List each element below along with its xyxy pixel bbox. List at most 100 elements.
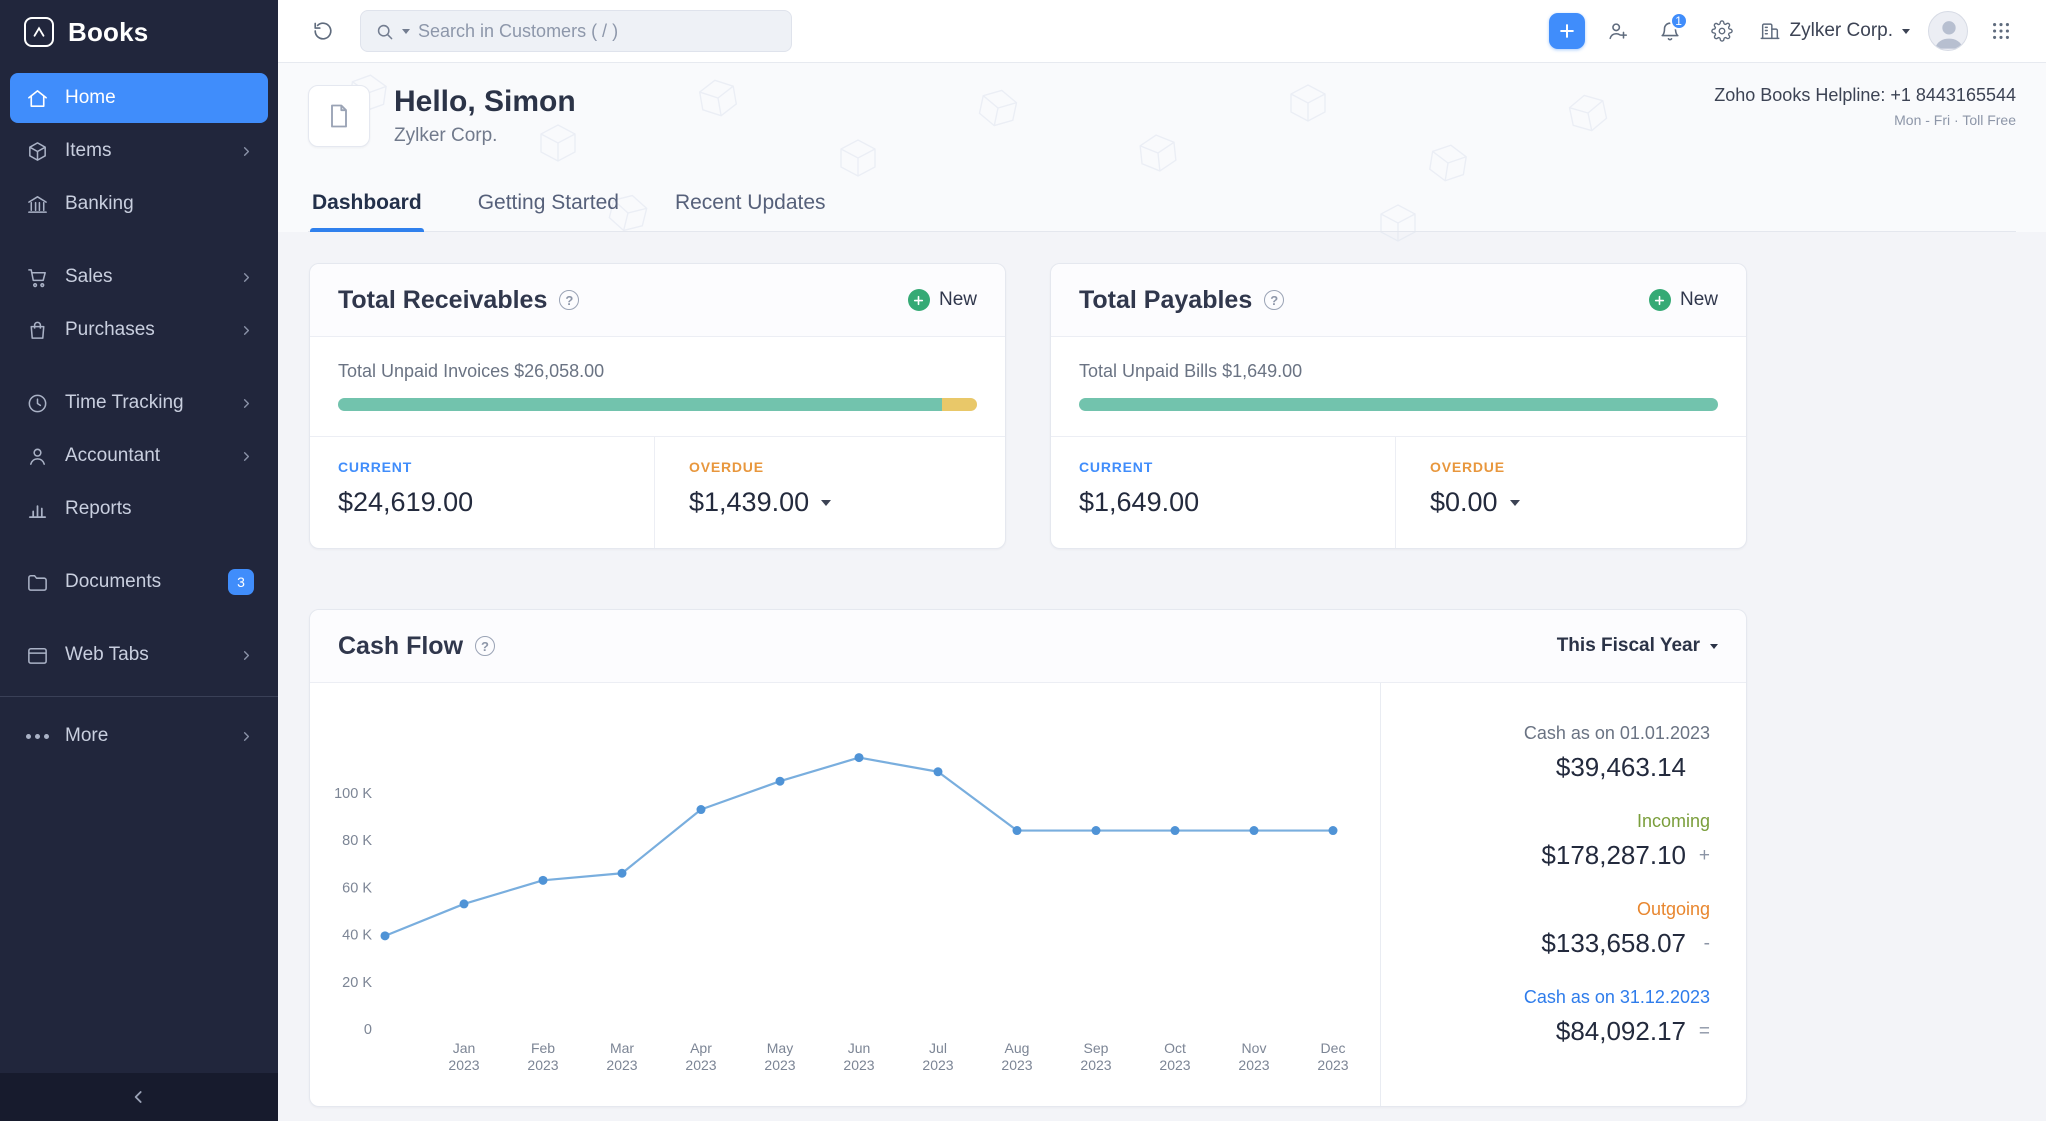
svg-text:Apr: Apr (690, 1040, 712, 1056)
receivables-card-body: Total Unpaid Invoices $26,058.00 (310, 337, 1005, 431)
help-icon[interactable] (475, 636, 496, 656)
sidebar-item-banking[interactable]: Banking (10, 179, 268, 229)
equals-operator-glyph: = (1698, 1020, 1710, 1042)
sidebar-item-label: Documents (65, 571, 162, 592)
apps-launcher-button[interactable] (1982, 12, 2020, 50)
sidebar-item-label: Sales (65, 266, 113, 287)
sidebar-item-label: Purchases (65, 319, 155, 340)
receivables-overdue: OVERDUE $1,439.00 (654, 437, 1005, 548)
payables-kpis: CURRENT $1,649.00 OVERDUE $0.00 (1051, 436, 1746, 548)
tab-recent-updates[interactable]: Recent Updates (673, 181, 828, 231)
svg-text:2023: 2023 (1159, 1057, 1190, 1073)
outgoing-value: $133,658.07 (1541, 928, 1686, 958)
svg-text:60 K: 60 K (342, 880, 372, 896)
svg-text:Jul: Jul (929, 1040, 947, 1056)
opening-cash-label: Cash as on 01.01.2023 (1523, 723, 1710, 743)
svg-text:Jan: Jan (453, 1040, 476, 1056)
tab-getting-started[interactable]: Getting Started (476, 181, 621, 231)
sidebar-item-purchases[interactable]: Purchases (10, 305, 268, 355)
org-switcher[interactable]: Zylker Corp. (1755, 20, 1914, 42)
quick-create-button[interactable] (1548, 13, 1585, 49)
payables-current: CURRENT $1,649.00 (1051, 437, 1395, 548)
chevron-right-icon (243, 398, 250, 408)
sidebar-item-documents[interactable]: Documents 3 (10, 557, 268, 607)
sidebar-collapse-button[interactable] (0, 1073, 278, 1121)
total-payables-card: Total Payables New Total Unpaid Bills $1… (1050, 263, 1747, 549)
svg-text:0: 0 (364, 1022, 372, 1038)
cashflow-title: Cash Flow (338, 631, 464, 660)
payables-progress-bar (1079, 398, 1718, 411)
svg-text:2023: 2023 (922, 1057, 953, 1073)
receivables-overdue-dropdown[interactable]: $1,439.00 (689, 487, 1005, 518)
bar-chart-icon (28, 504, 47, 518)
plus-icon (1559, 24, 1574, 38)
search-scope-caret-icon[interactable] (402, 28, 410, 34)
svg-text:80 K: 80 K (342, 833, 372, 849)
closing-cash-value: $84,092.17 (1555, 1016, 1686, 1046)
sidebar-item-web-tabs[interactable]: Web Tabs (10, 630, 268, 680)
payables-overdue-value: $0.00 (1430, 487, 1498, 517)
page-greeting: Hello, Simon (394, 85, 576, 118)
org-name: Zylker Corp. (1789, 20, 1893, 41)
search-input[interactable] (418, 20, 777, 42)
helpline-number: Zoho Books Helpline: +1 8443165544 (1714, 85, 2016, 105)
chevron-right-icon (243, 650, 250, 660)
svg-text:2023: 2023 (1238, 1057, 1269, 1073)
chevron-right-icon (243, 451, 250, 461)
fiscal-year-selector[interactable]: This Fiscal Year (1557, 635, 1718, 657)
minus-operator-glyph: - (1703, 932, 1710, 954)
svg-text:2023: 2023 (1001, 1057, 1032, 1073)
cashflow-stats: Cash as on 01.01.2023 $39,463.14 Incomin… (1381, 683, 1746, 1106)
new-receivable-button[interactable]: New (907, 289, 977, 311)
payables-title: Total Payables (1079, 285, 1253, 314)
home-icon (28, 89, 47, 107)
app-root: Books Home Items Banking Sales Purchases… (0, 0, 2046, 1121)
sidebar-item-items[interactable]: Items (10, 126, 268, 176)
payables-card-header: Total Payables New (1051, 264, 1746, 337)
invite-users-button[interactable] (1599, 12, 1637, 50)
svg-text:20 K: 20 K (342, 975, 372, 991)
document-icon (331, 104, 347, 128)
plus-circle-icon (907, 289, 930, 311)
main-area: 1 Zylker Corp. (278, 0, 2046, 1121)
sidebar-item-more[interactable]: More (10, 711, 268, 761)
svg-text:100 K: 100 K (334, 786, 372, 802)
sidebar-item-label: Banking (65, 193, 134, 214)
svg-text:Dec: Dec (1321, 1040, 1346, 1056)
sidebar-item-accountant[interactable]: Accountant (10, 431, 268, 481)
chevron-right-icon (243, 146, 250, 156)
payables-overdue-dropdown[interactable]: $0.00 (1430, 487, 1746, 518)
notifications-button[interactable]: 1 (1651, 12, 1689, 50)
receivables-current-value: $24,619.00 (338, 487, 474, 517)
closing-cash-link[interactable]: Cash as on 31.12.2023 (1381, 987, 1710, 1008)
global-search[interactable] (360, 10, 792, 52)
help-icon[interactable] (559, 290, 580, 310)
recent-history-button[interactable] (304, 12, 342, 50)
tab-dashboard[interactable]: Dashboard (310, 181, 424, 232)
settings-button[interactable] (1703, 12, 1741, 50)
organization-icon (1760, 23, 1779, 40)
cash-flow-card: Cash Flow This Fiscal Year 0 20 K 40 K 60 K… (309, 609, 1747, 1107)
receivables-overdue-value: $1,439.00 (689, 487, 810, 517)
sidebar-item-sales[interactable]: Sales (10, 252, 268, 302)
cashflow-chart-area: 0 20 K 40 K 60 K 80 K 100 K Jan 2023 Feb 2023 Mar 2… (310, 683, 1381, 1106)
dashboard-tabs: Dashboard Getting Started Recent Updates (308, 181, 2016, 232)
help-icon[interactable] (1264, 290, 1285, 310)
svg-text:Oct: Oct (1164, 1040, 1186, 1056)
helpline-hours: Mon - Fri · Toll Free (1894, 112, 2016, 128)
receivables-current: CURRENT $24,619.00 (310, 437, 654, 548)
user-plus-icon (1608, 23, 1627, 40)
sidebar-item-reports[interactable]: Reports (10, 484, 268, 534)
user-avatar[interactable] (1928, 11, 1968, 51)
chevron-right-icon (243, 272, 250, 282)
new-payable-button[interactable]: New (1648, 289, 1718, 311)
svg-text:2023: 2023 (527, 1057, 558, 1073)
sidebar-item-time-tracking[interactable]: Time Tracking (10, 378, 268, 428)
svg-text:Jun: Jun (848, 1040, 871, 1056)
receivables-progress-overdue (941, 398, 977, 411)
chevron-down-icon (1902, 28, 1910, 34)
incoming-label: Incoming (1636, 811, 1710, 831)
payables-card-body: Total Unpaid Bills $1,649.00 (1051, 337, 1746, 431)
sidebar-item-label: Time Tracking (65, 392, 184, 413)
sidebar-item-home[interactable]: Home (10, 73, 268, 123)
